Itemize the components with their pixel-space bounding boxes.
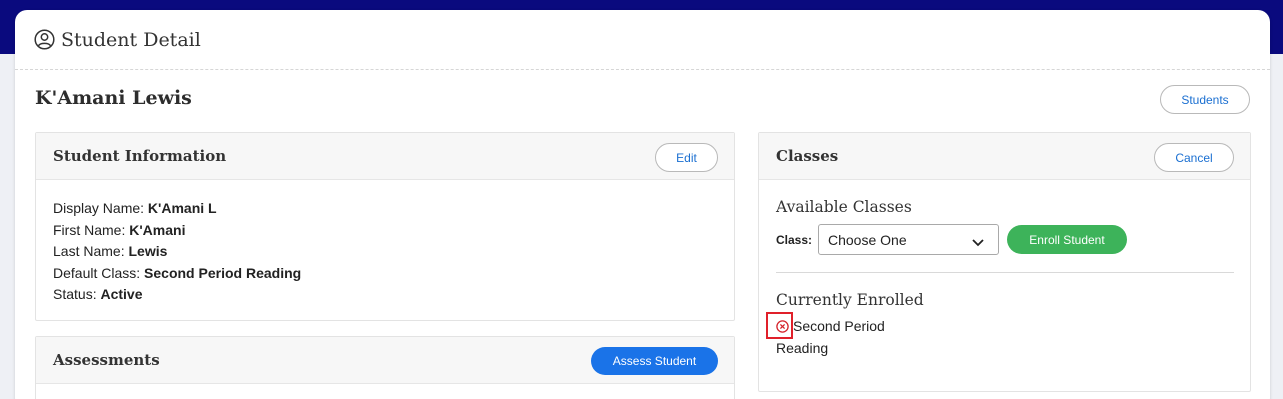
- info-first-name: First Name: K'Amani: [53, 221, 186, 238]
- user-circle-icon: [34, 29, 55, 50]
- assessments-title: Assessments: [53, 351, 160, 369]
- classes-divider: [776, 272, 1234, 273]
- page-title: Student Detail: [61, 28, 201, 51]
- available-classes-title: Available Classes: [776, 198, 912, 216]
- student-detail-card: Student Detail K'Amani Lewis Students St…: [15, 10, 1270, 399]
- cancel-button[interactable]: Cancel: [1154, 143, 1234, 172]
- student-info-list: Display Name: K'Amani L First Name: K'Am…: [53, 198, 301, 306]
- info-status: Status: Active: [53, 286, 143, 302]
- student-information-panel: Student Information Edit Display Name: K…: [35, 132, 735, 321]
- student-information-header: Student Information: [36, 133, 734, 180]
- currently-enrolled-title: Currently Enrolled: [776, 291, 924, 309]
- enroll-student-button[interactable]: Enroll Student: [1007, 225, 1127, 254]
- info-default-class: Default Class: Second Period Reading: [53, 264, 302, 281]
- enrolled-class-name: Second Period Reading: [776, 318, 885, 356]
- assessments-panel: Assessments Assess Student: [35, 336, 735, 399]
- student-name: K'Amani Lewis: [35, 87, 192, 109]
- card-header: Student Detail: [15, 10, 1270, 70]
- student-information-title: Student Information: [53, 147, 227, 165]
- class-label: Class:: [776, 233, 813, 247]
- classes-panel: Classes Cancel Available Classes Class: …: [758, 132, 1251, 392]
- classes-title: Classes: [776, 147, 839, 165]
- class-select-value: Choose One: [828, 231, 907, 248]
- chevron-down-icon: [972, 234, 984, 247]
- class-select[interactable]: Choose One: [818, 224, 999, 255]
- students-button[interactable]: Students: [1160, 85, 1250, 114]
- assess-student-button[interactable]: Assess Student: [591, 347, 718, 375]
- info-display-name: Display Name: K'Amani L: [53, 200, 217, 216]
- info-last-name: Last Name: Lewis: [53, 243, 168, 259]
- edit-button[interactable]: Edit: [655, 143, 718, 172]
